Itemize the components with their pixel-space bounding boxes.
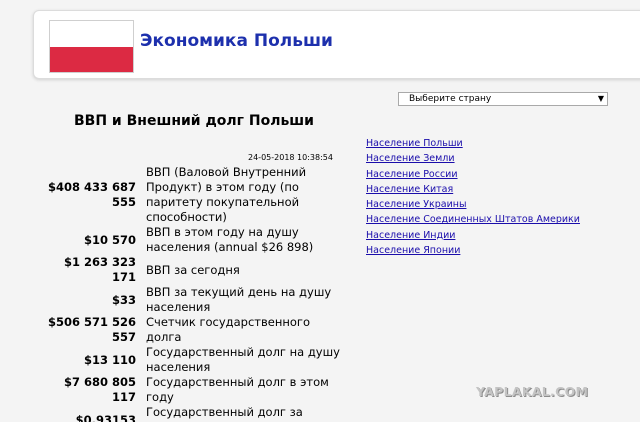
stat-label: ВВП в этом году на душу населения (annua… [146,225,314,254]
stat-label: ВВП за сегодня [146,262,240,277]
stat-row: $0.93153 Государственный долг за сегодня [40,405,360,422]
stat-row: $10 570 ВВП в этом году на душу населени… [40,225,360,255]
stat-label: Государственный долг за сегодня [146,405,303,422]
population-links: Население Польши Население Земли Населен… [366,136,580,258]
stat-row: $33 ВВП за текущий день на душу населени… [40,285,360,315]
page-title: ВВП и Внешний долг Польши [74,113,314,129]
stat-value: $506 571 526 557 [47,315,136,344]
stat-row: $7 680 805 117 Государственный долг в эт… [40,375,360,405]
stat-label: ВВП за текущий день на душу населения [146,285,332,314]
stat-value: $13 110 [83,352,136,367]
stat-row: $408 433 687 555 ВВП (Валовой Внутренний… [40,165,360,225]
link-population-china[interactable]: Население Китая [366,182,580,197]
stat-label: Счетчик государственного долга [146,315,310,344]
country-select[interactable]: Выберите страну ▼ [398,92,608,106]
stat-label: Государственный долг в этом году [146,375,329,404]
site-header: Экономика Польши [33,10,640,79]
dropdown-arrow-icon: ▼ [597,94,604,103]
link-population-usa[interactable]: Население Соединенных Штатов Америки [366,212,580,227]
stat-row: $1 263 323 171 ВВП за сегодня [40,255,360,285]
link-population-poland[interactable]: Население Польши [366,136,580,151]
country-select-value: Выберите страну [409,94,492,104]
stat-value: $0.93153 [75,412,136,422]
link-population-japan[interactable]: Население Японии [366,243,580,258]
stat-value: $33 [111,292,136,307]
stats-table: $408 433 687 555 ВВП (Валовой Внутренний… [40,165,360,422]
link-population-ukraine[interactable]: Население Украины [366,197,580,212]
stat-label: ВВП (Валовой Внутренний Продукт) в этом … [146,165,307,224]
timestamp: 24-05-2018 10:38:54 [248,153,333,162]
stat-label: Государственный долг на душу населения [146,345,340,374]
site-title[interactable]: Экономика Польши [140,31,333,51]
link-population-india[interactable]: Население Индии [366,228,580,243]
link-population-russia[interactable]: Население России [366,167,580,182]
stat-value: $408 433 687 555 [47,180,136,209]
stat-row: $13 110 Государственный долг на душу нас… [40,345,360,375]
stat-value: $10 570 [83,232,136,247]
watermark: YAPLAKAL.COM [476,384,589,399]
poland-flag-icon [49,20,134,73]
stat-row: $506 571 526 557 Счетчик государственног… [40,315,360,345]
link-population-earth[interactable]: Население Земли [366,151,580,166]
stat-value: $7 680 805 117 [63,375,136,404]
stat-value: $1 263 323 171 [63,255,136,284]
